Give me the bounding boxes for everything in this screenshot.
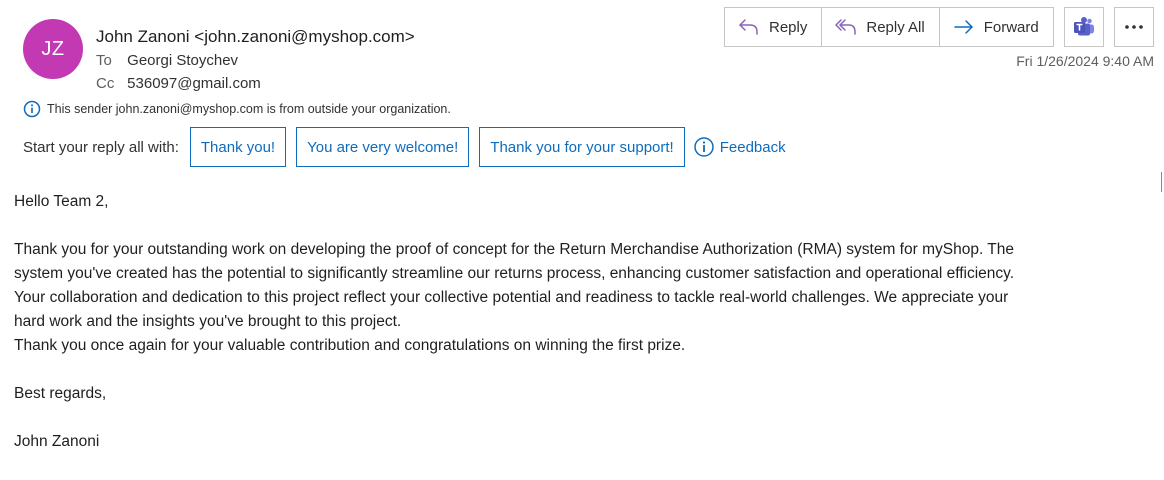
external-sender-notice: This sender john.zanoni@myshop.com is fr… xyxy=(23,100,451,118)
message-date: Fri 1/26/2024 9:40 AM xyxy=(1016,53,1154,69)
suggested-reply-button[interactable]: Thank you! xyxy=(189,127,287,167)
feedback-button[interactable]: Feedback xyxy=(693,136,786,158)
suggested-replies: Start your reply all with: Thank you! Yo… xyxy=(23,127,786,167)
reply-button[interactable]: Reply xyxy=(725,8,823,46)
body-signature: John Zanoni xyxy=(14,433,100,450)
reply-all-button[interactable]: Reply All xyxy=(822,8,940,46)
forward-button[interactable]: Forward xyxy=(940,8,1053,46)
to-label: To xyxy=(96,52,112,69)
body-line: hard work and the insights you've brough… xyxy=(14,313,402,330)
sender-name[interactable]: John Zanoni <john.zanoni@myshop.com> xyxy=(96,27,415,47)
to-row: To Georgi Stoychev xyxy=(96,52,238,69)
more-actions-button[interactable] xyxy=(1114,7,1154,47)
reply-icon xyxy=(739,19,758,35)
forward-label: Forward xyxy=(983,18,1039,36)
body-line: Thank you for your outstanding work on d… xyxy=(14,241,1014,258)
reply-label: Reply xyxy=(769,18,808,36)
pane-divider xyxy=(1161,172,1162,192)
reply-all-label: Reply All xyxy=(866,18,925,36)
suggested-reply-button[interactable]: You are very welcome! xyxy=(296,127,470,167)
body-line: system you've created has the potential … xyxy=(14,265,1015,282)
suggested-reply-button[interactable]: Thank you for your support! xyxy=(479,127,685,167)
cc-label: Cc xyxy=(96,75,115,92)
teams-button[interactable] xyxy=(1064,7,1104,47)
info-icon xyxy=(693,137,714,157)
reply-all-icon xyxy=(835,19,857,35)
body-greeting: Hello Team 2, xyxy=(14,193,109,210)
teams-icon xyxy=(1074,17,1094,36)
cc-recipient[interactable]: 536097@gmail.com xyxy=(127,75,261,92)
body-line: Thank you once again for your valuable c… xyxy=(14,337,686,354)
message-body: Hello Team 2, Thank you for your outstan… xyxy=(14,190,1144,454)
forward-icon xyxy=(953,20,973,34)
body-line: Your collaboration and dedication to thi… xyxy=(14,289,1009,306)
body-closing: Best regards, xyxy=(14,385,107,402)
sender-avatar: JZ xyxy=(23,19,83,79)
feedback-label: Feedback xyxy=(719,138,786,156)
suggested-replies-prompt: Start your reply all with: xyxy=(23,138,179,156)
more-icon xyxy=(1125,25,1143,29)
external-notice-text: This sender john.zanoni@myshop.com is fr… xyxy=(47,102,451,116)
cc-row: Cc 536097@gmail.com xyxy=(96,75,261,92)
info-icon xyxy=(23,100,41,118)
message-toolbar: Reply Reply All Forward xyxy=(724,7,1054,47)
avatar-initials: JZ xyxy=(41,37,65,60)
to-recipient[interactable]: Georgi Stoychev xyxy=(127,52,238,69)
